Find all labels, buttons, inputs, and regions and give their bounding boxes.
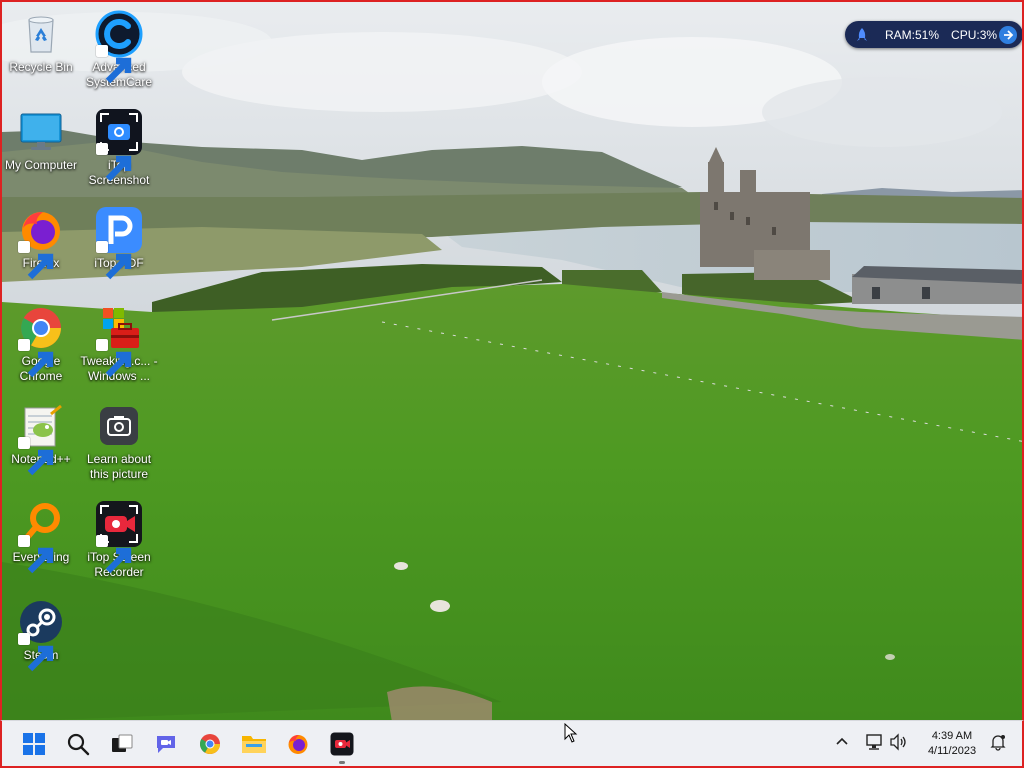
desktop-icon-steam[interactable]: Steam: [2, 598, 80, 672]
folder-icon: [242, 736, 266, 753]
notifications-button[interactable]: [989, 733, 1007, 756]
speaker-icon: [890, 733, 906, 751]
desktop-icon-learn-about-picture[interactable]: Learn about this picture: [80, 402, 158, 482]
clock-date: 4/11/2023: [927, 745, 977, 757]
windows-logo-icon: [23, 733, 45, 755]
monitor-icon: [20, 113, 62, 150]
cpu-usage: CPU:3%: [951, 27, 998, 42]
shortcut-arrow-icon: [96, 143, 132, 182]
shortcut-arrow-icon: [96, 535, 132, 574]
arrow-right-icon[interactable]: [999, 25, 1017, 44]
mouse-cursor-icon: [564, 723, 578, 743]
shortcut-arrow-icon: [18, 241, 54, 280]
desktop-icon-label: Learn about this picture: [86, 452, 152, 481]
shortcut-arrow-icon: [18, 437, 54, 476]
chat-button[interactable]: [151, 729, 181, 759]
rocket-icon: [853, 25, 871, 44]
desktop-icon-label: Recycle Bin: [9, 60, 73, 74]
network-button[interactable]: [864, 733, 884, 756]
firefox-icon: [288, 735, 308, 754]
camera-icon: [100, 407, 138, 445]
volume-button[interactable]: [889, 733, 909, 756]
recycle-bin-icon: [28, 16, 54, 53]
desktop-icon-firefox[interactable]: Firefox: [2, 206, 80, 280]
taskbar-chrome-button[interactable]: [195, 729, 225, 759]
taskbar: 4:39 AM 4/11/2023: [0, 720, 1024, 768]
desktop-icon-my-computer[interactable]: My Computer: [2, 108, 80, 173]
desktop-icon-itop-screenshot[interactable]: iTop Screenshot: [80, 108, 158, 188]
desktop-icon-label: My Computer: [4, 158, 78, 172]
network-icon: [866, 734, 882, 750]
taskbar-firefox-button[interactable]: [283, 729, 313, 759]
ram-usage: RAM:51%: [885, 27, 940, 42]
desktop-icon-tweaking[interactable]: Tweaking.c... - Windows ...: [80, 304, 158, 384]
show-hidden-icons-button[interactable]: [834, 733, 850, 754]
clock-time: 4:39 AM: [931, 730, 973, 742]
desktop-icon-notepadpp[interactable]: Notepad++: [2, 402, 80, 476]
system-monitor-widget[interactable]: RAM:51% CPU:3%: [845, 21, 1022, 48]
task-view-button[interactable]: [107, 729, 137, 759]
shortcut-arrow-icon: [96, 45, 132, 84]
desktop-icon-advanced-systemcare[interactable]: Advanced SystemCare: [80, 10, 158, 90]
shortcut-arrow-icon: [96, 241, 132, 280]
desktop-icon-everything[interactable]: Everything: [2, 500, 80, 574]
shortcut-arrow-icon: [18, 535, 54, 574]
file-explorer-button[interactable]: [239, 729, 269, 759]
chevron-up-icon: [836, 737, 848, 745]
video-chat-icon: [157, 736, 175, 753]
start-button[interactable]: [19, 729, 49, 759]
taskbar-clock[interactable]: 4:39 AM 4/11/2023: [917, 729, 987, 759]
task-view-icon: [112, 734, 133, 752]
chrome-icon: [200, 734, 220, 754]
desktop[interactable]: Recycle Bin My Computer Firefox Google C…: [0, 0, 1024, 720]
taskbar-itop-screen-recorder-button[interactable]: [327, 729, 357, 764]
desktop-icon-google-chrome[interactable]: Google Chrome: [2, 304, 80, 384]
notification-bell-icon: [990, 735, 1006, 751]
shortcut-arrow-icon: [18, 339, 54, 378]
search-button[interactable]: [63, 729, 93, 759]
desktop-icon-itop-screen-recorder[interactable]: iTop Screen Recorder: [80, 500, 158, 580]
desktop-icon-recycle-bin[interactable]: Recycle Bin: [2, 10, 80, 75]
desktop-icon-itop-pdf[interactable]: iTop PDF: [80, 206, 158, 280]
shortcut-arrow-icon: [96, 339, 132, 378]
search-icon: [67, 733, 90, 756]
shortcut-arrow-icon: [18, 633, 54, 672]
video-recorder-icon: [330, 732, 354, 756]
